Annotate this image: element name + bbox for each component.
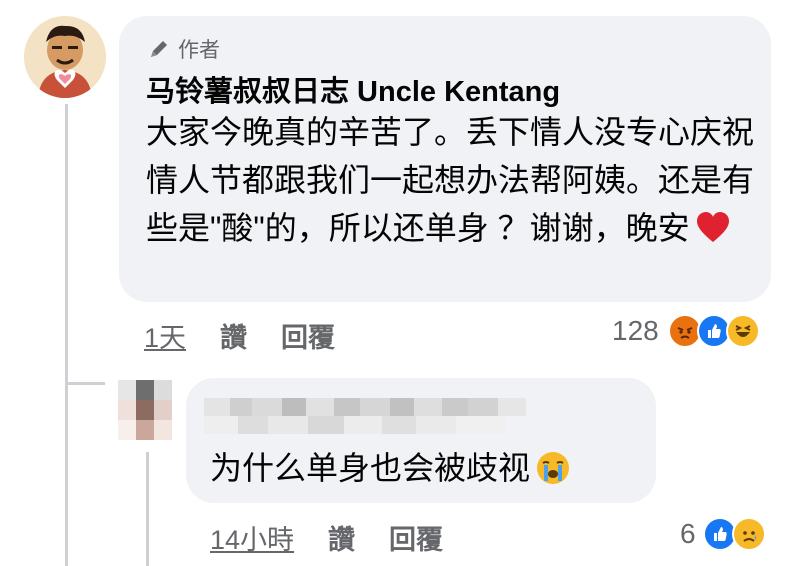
author-avatar[interactable]	[24, 16, 106, 98]
reply-author-name-blurred-lower	[204, 416, 506, 434]
author-badge-label: 作者	[178, 39, 220, 62]
comment-text-body: 大家今晚真的辛苦了。丢下情人没专心庆祝情人节都跟我们一起想办法帮阿姨。还是有些是…	[146, 114, 755, 246]
reply-reply-button[interactable]: 回覆	[389, 518, 443, 557]
reply-button[interactable]: 回覆	[281, 316, 335, 355]
reaction-summary[interactable]: 128	[612, 314, 760, 348]
reply-avatar[interactable]	[118, 380, 172, 440]
reply-author-name-blurred[interactable]	[204, 398, 526, 416]
reply-text-body: 为什么单身也会被歧视	[210, 450, 531, 486]
reply-actions: 14小時 讚 回覆	[210, 518, 477, 557]
loudly-crying-face-icon	[537, 452, 570, 484]
reply-reaction-summary[interactable]: 6	[680, 517, 766, 551]
thread-line-elbow	[65, 382, 105, 385]
thread-line-vertical	[65, 104, 68, 566]
cartoon-avatar-icon	[24, 16, 106, 98]
reply-text: 为什么单身也会被歧视	[210, 446, 570, 490]
reply-reaction-count: 6	[680, 518, 696, 549]
sad-icon	[731, 517, 766, 551]
reply-like-button[interactable]: 讚	[328, 518, 355, 557]
like-button[interactable]: 讚	[220, 316, 247, 355]
author-badge: 作者	[148, 34, 220, 64]
comment-actions: 1天 讚 回覆	[144, 316, 369, 355]
pencil-icon	[151, 41, 167, 57]
reply-timestamp[interactable]: 14小時	[210, 518, 294, 557]
thread-line-reply	[146, 452, 149, 566]
comment-author-name[interactable]: 马铃薯叔叔日志 Uncle Kentang	[146, 68, 560, 110]
haha-icon	[725, 314, 760, 348]
reaction-count: 128	[612, 315, 659, 346]
comment-timestamp[interactable]: 1天	[144, 316, 186, 355]
comment-text: 大家今晚真的辛苦了。丢下情人没专心庆祝情人节都跟我们一起想办法帮阿姨。还是有些是…	[146, 108, 761, 252]
red-heart-icon	[696, 212, 729, 242]
